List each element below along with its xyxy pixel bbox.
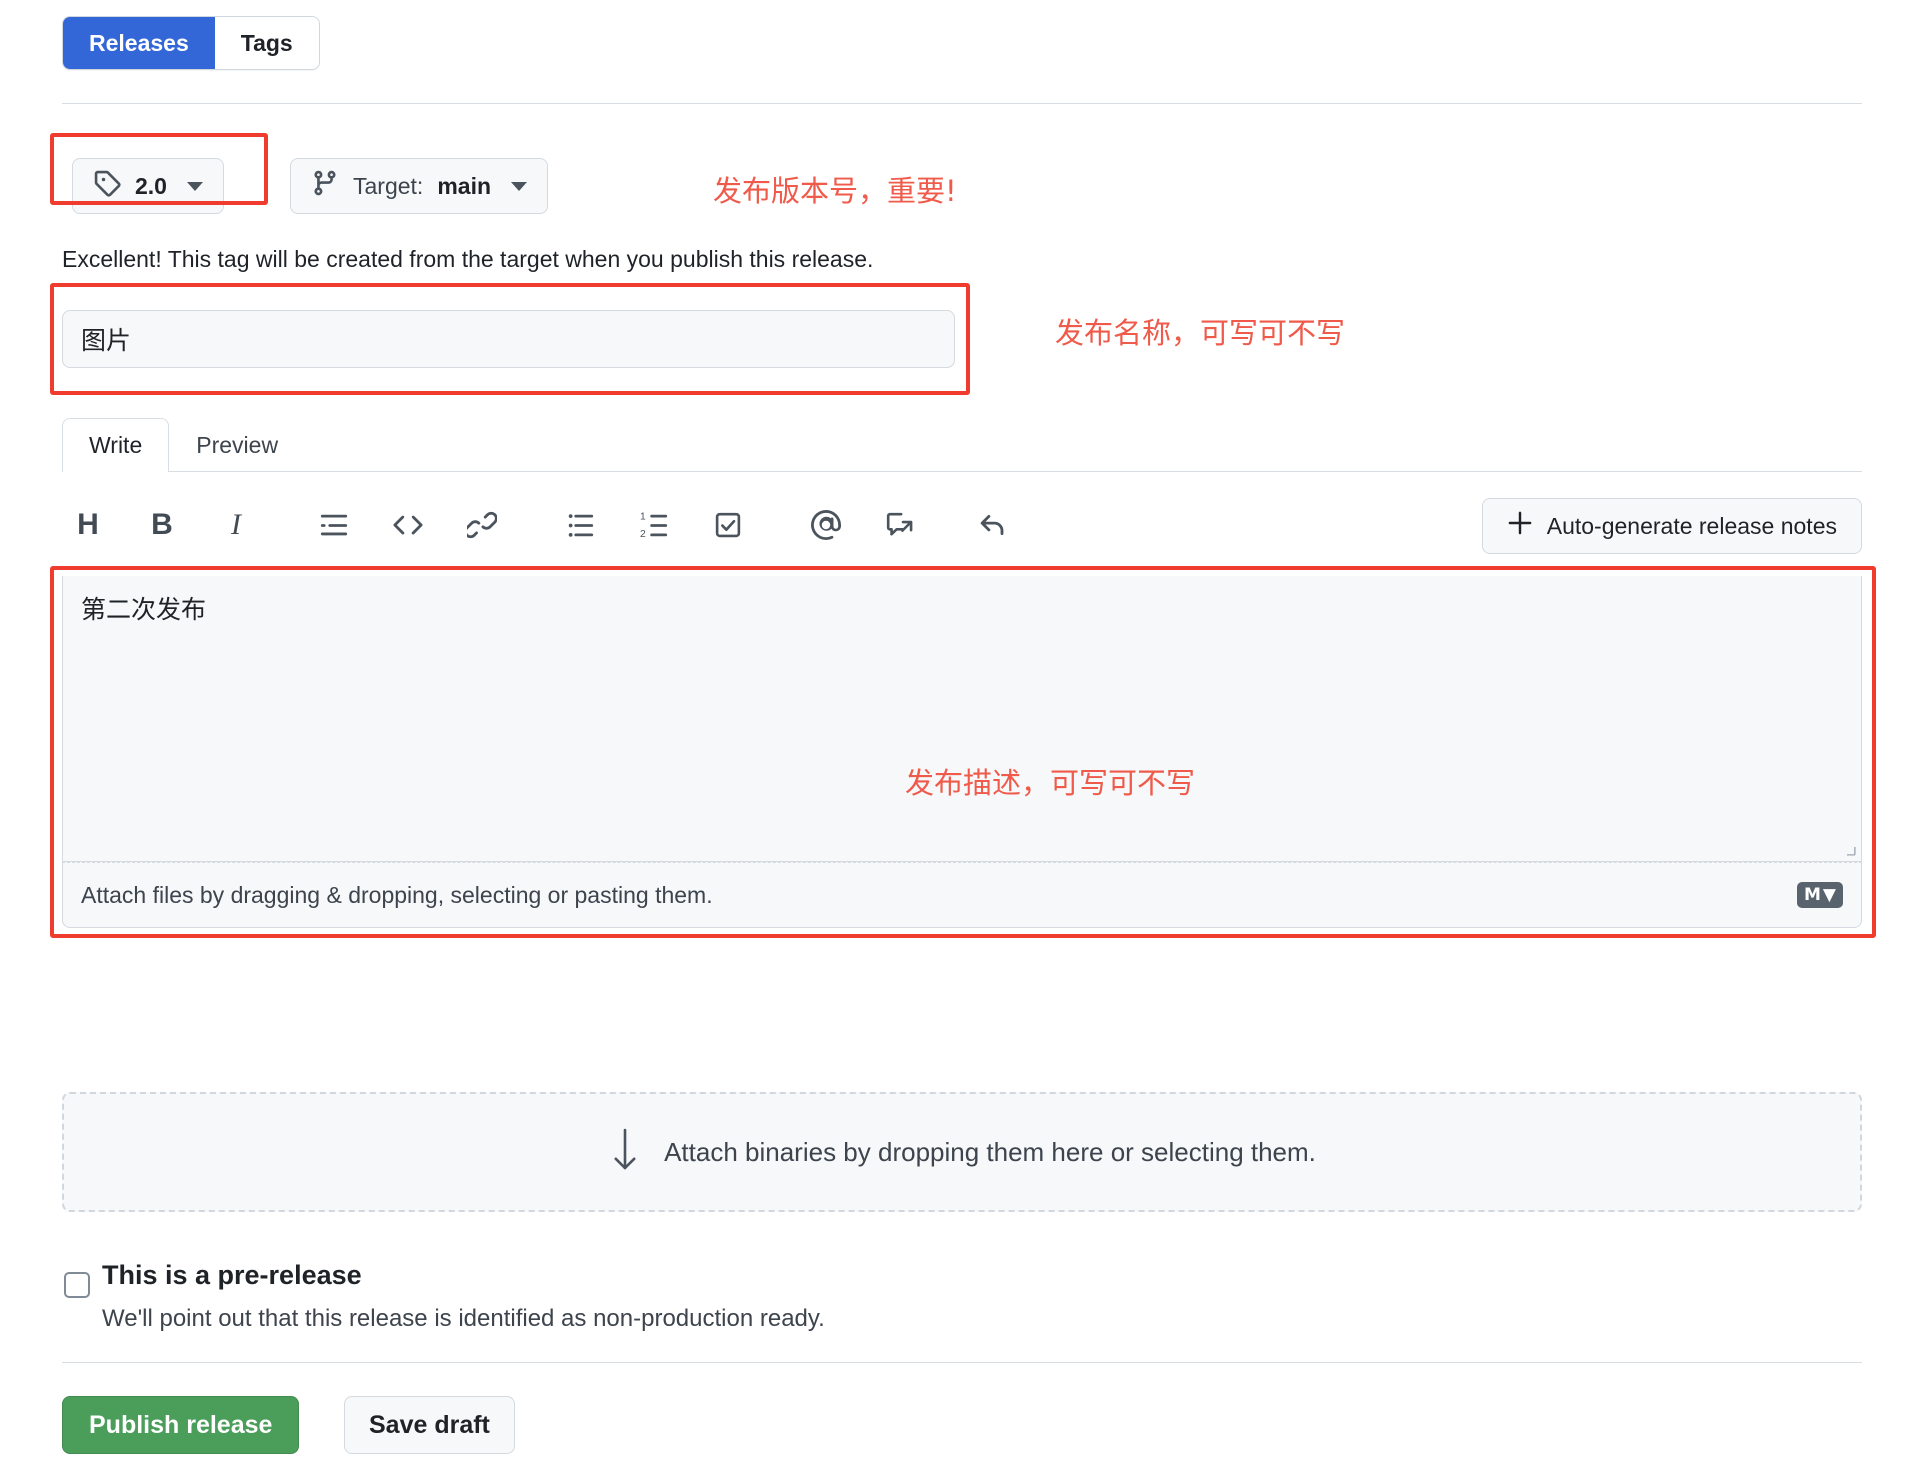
publish-release-button[interactable]: Publish release bbox=[62, 1396, 300, 1454]
markdown-icon[interactable]: M ▼ bbox=[1797, 882, 1843, 908]
auto-generate-release-notes-button[interactable]: Auto-generate release notes bbox=[1481, 498, 1862, 554]
tab-releases[interactable]: Releases bbox=[63, 17, 215, 69]
ordered-list-icon[interactable]: 12 bbox=[628, 499, 680, 551]
release-body-container bbox=[62, 576, 1862, 862]
tag-value: 2.0 bbox=[135, 172, 167, 199]
target-value: main bbox=[437, 172, 492, 199]
chevron-down-icon bbox=[186, 181, 203, 191]
arrow-down-icon bbox=[608, 1126, 642, 1179]
bold-icon[interactable]: B bbox=[136, 499, 188, 551]
heading-icon[interactable]: H bbox=[62, 499, 114, 551]
target-label: Target: bbox=[353, 172, 424, 199]
tag-chooser-button[interactable]: 2.0 bbox=[72, 158, 224, 214]
binaries-dropzone[interactable]: Attach binaries by dropping them here or… bbox=[62, 1092, 1862, 1212]
annotation-tag: 发布版本号，重要! bbox=[713, 174, 957, 208]
create-release-page: Releases Tags 2.0 Target: main 发布版本号，重要!… bbox=[0, 0, 1924, 1480]
quote-icon[interactable] bbox=[308, 499, 360, 551]
annotation-release-name: 发布名称，可写可不写 bbox=[1055, 316, 1346, 350]
binaries-dropzone-text: Attach binaries by dropping them here or… bbox=[664, 1136, 1316, 1167]
pre-release-label[interactable]: This is a pre-release bbox=[102, 1260, 362, 1291]
italic-icon[interactable]: I bbox=[210, 499, 262, 551]
plus-icon bbox=[1507, 510, 1533, 542]
attach-files-bar[interactable]: Attach files by dragging & dropping, sel… bbox=[62, 862, 1862, 928]
svg-text:2: 2 bbox=[640, 529, 646, 540]
saved-replies-icon[interactable] bbox=[972, 499, 1022, 551]
unordered-list-icon[interactable] bbox=[554, 499, 606, 551]
chevron-down-icon bbox=[511, 181, 528, 191]
auto-generate-label: Auto-generate release notes bbox=[1546, 512, 1837, 539]
release-name-input[interactable] bbox=[62, 310, 955, 368]
release-body-textarea[interactable] bbox=[62, 576, 1862, 862]
task-list-icon[interactable] bbox=[702, 499, 754, 551]
divider-footer bbox=[62, 1362, 1862, 1363]
svg-text:1: 1 bbox=[640, 511, 646, 522]
cross-reference-icon[interactable] bbox=[874, 499, 926, 551]
save-draft-button[interactable]: Save draft bbox=[344, 1396, 515, 1454]
divider-top bbox=[62, 103, 1862, 104]
tab-write[interactable]: Write bbox=[62, 418, 170, 472]
tag-helper-text: Excellent! This tag will be created from… bbox=[62, 246, 874, 272]
tab-tags[interactable]: Tags bbox=[214, 17, 319, 69]
code-icon[interactable] bbox=[382, 499, 434, 551]
git-branch-icon bbox=[311, 169, 339, 203]
annotation-release-body: 发布描述，可写可不写 bbox=[905, 766, 1196, 800]
editor-tabs: Write Preview bbox=[62, 412, 1862, 472]
mention-icon[interactable] bbox=[800, 499, 852, 551]
attach-files-text: Attach files by dragging & dropping, sel… bbox=[81, 881, 713, 908]
pre-release-description: We'll point out that this release is ide… bbox=[102, 1305, 825, 1332]
target-chooser-button[interactable]: Target: main bbox=[290, 158, 549, 214]
pre-release-checkbox[interactable] bbox=[64, 1272, 90, 1298]
tab-preview[interactable]: Preview bbox=[169, 418, 305, 472]
link-icon[interactable] bbox=[456, 499, 508, 551]
releases-tags-switch[interactable]: Releases Tags bbox=[62, 16, 320, 70]
tag-icon bbox=[93, 169, 121, 203]
